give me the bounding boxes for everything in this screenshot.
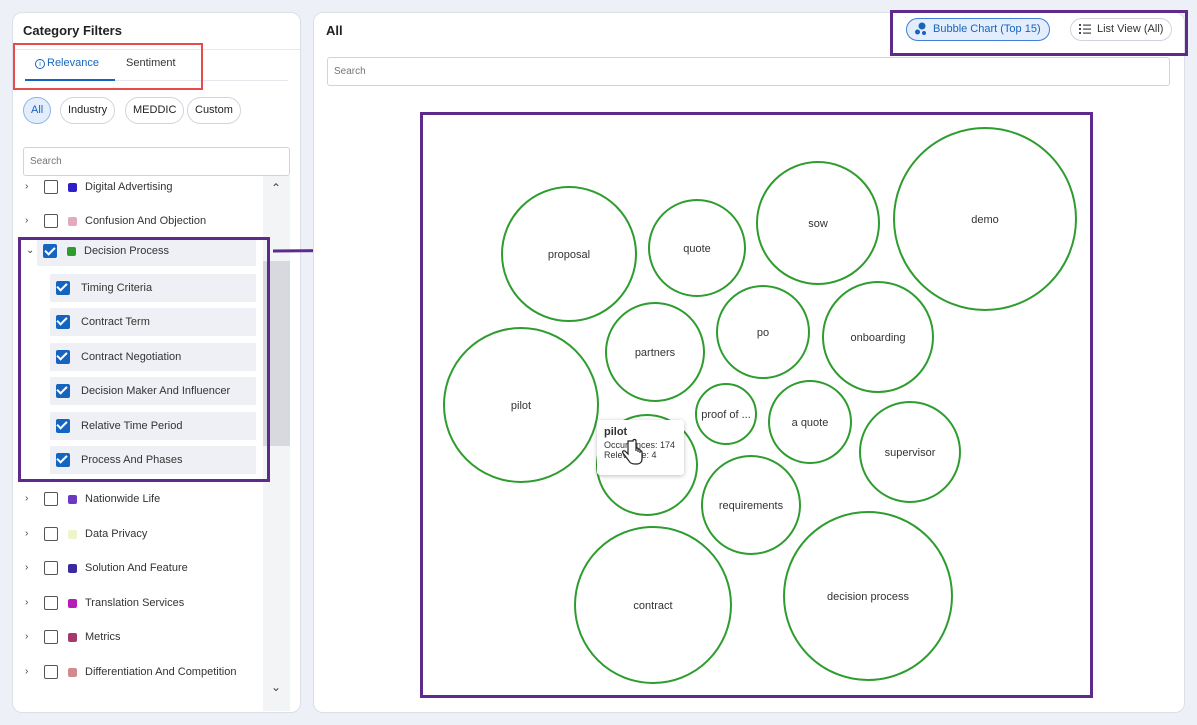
- filter-pill-industry[interactable]: Industry: [60, 97, 116, 124]
- color-swatch: [68, 217, 77, 226]
- bubble-label: po: [757, 327, 769, 339]
- category-label: Differentiation And Competition: [85, 666, 237, 678]
- category-row[interactable]: › Solution And Feature: [13, 557, 263, 583]
- filter-pill-custom[interactable]: Custom: [187, 97, 241, 124]
- tooltip-title: pilot: [604, 426, 628, 438]
- bubble-label: pilot: [511, 400, 531, 412]
- chevron-right-icon[interactable]: ›: [25, 631, 28, 642]
- checkbox[interactable]: [44, 596, 58, 610]
- bubble-label: proof of ...: [701, 409, 751, 421]
- panel-title: Category Filters: [23, 23, 122, 38]
- highlight-box-decision-process: [18, 237, 270, 482]
- category-label: Metrics: [85, 631, 121, 643]
- category-row[interactable]: › Data Privacy: [13, 523, 263, 549]
- category-label: Confusion And Objection: [85, 215, 207, 227]
- category-row[interactable]: › Differentiation And Competition: [13, 661, 263, 687]
- bubble-label: sow: [808, 218, 828, 230]
- checkbox[interactable]: [44, 665, 58, 679]
- chevron-up-icon[interactable]: ⌃: [269, 181, 283, 195]
- category-row[interactable]: › Digital Advertising: [13, 176, 263, 202]
- filter-pill-meddic[interactable]: MEDDIC: [125, 97, 185, 124]
- category-search-input[interactable]: [23, 147, 290, 176]
- checkbox[interactable]: [44, 561, 58, 575]
- category-label: Solution And Feature: [85, 562, 188, 574]
- color-swatch: [68, 668, 77, 677]
- highlight-box-view-buttons: [890, 10, 1188, 56]
- main-panel: All Bubble Chart (Top 15) List View (All…: [313, 10, 1188, 713]
- highlight-box-tabs: [13, 43, 203, 90]
- chevron-right-icon[interactable]: ›: [25, 597, 28, 608]
- bubble-label: requirements: [719, 500, 784, 512]
- color-swatch: [68, 599, 77, 608]
- color-swatch: [68, 633, 77, 642]
- checkbox[interactable]: [44, 214, 58, 228]
- category-row[interactable]: › Nationwide Life: [13, 488, 263, 514]
- checkbox[interactable]: [44, 527, 58, 541]
- category-filters-panel: Category Filters i Relevance Sentiment Al…: [12, 12, 301, 713]
- category-row[interactable]: › Translation Services: [13, 592, 263, 618]
- chevron-right-icon[interactable]: ›: [25, 493, 28, 504]
- bubble-label: quote: [683, 243, 711, 255]
- bubble-label: onboarding: [850, 332, 905, 344]
- category-label: Digital Advertising: [85, 181, 173, 193]
- checkbox[interactable]: [44, 630, 58, 644]
- chevron-right-icon[interactable]: ›: [25, 181, 28, 192]
- chevron-right-icon[interactable]: ›: [25, 562, 28, 573]
- bubble-label: decision process: [827, 591, 909, 603]
- category-label: Data Privacy: [85, 528, 148, 540]
- category-row[interactable]: › Confusion And Objection: [13, 210, 263, 236]
- chevron-down-icon[interactable]: ⌄: [269, 680, 283, 694]
- bubble-label: demo: [971, 214, 999, 226]
- main-title: All: [326, 23, 343, 38]
- color-swatch: [68, 530, 77, 539]
- bubble-label: contract: [633, 600, 672, 612]
- bubble-chart: demo proposal quote sow pilot partners po onboa…: [420, 112, 1093, 698]
- hand-cursor-icon: [622, 438, 643, 465]
- bubble-label: a quote: [792, 417, 829, 429]
- checkbox[interactable]: [44, 180, 58, 194]
- filter-pill-all[interactable]: All: [23, 97, 52, 124]
- category-label: Translation Services: [85, 597, 185, 609]
- chevron-right-icon[interactable]: ›: [25, 528, 28, 539]
- bubble-label: supervisor: [885, 447, 936, 459]
- checkbox[interactable]: [44, 492, 58, 506]
- chevron-right-icon[interactable]: ›: [25, 215, 28, 226]
- color-swatch: [68, 495, 77, 504]
- bubble-label: partners: [635, 347, 676, 359]
- bubble-label: proposal: [548, 249, 590, 261]
- color-swatch: [68, 564, 77, 573]
- color-swatch: [68, 183, 77, 192]
- category-row[interactable]: › Metrics: [13, 626, 263, 652]
- category-label: Nationwide Life: [85, 493, 161, 505]
- bubble-chart-svg: demo proposal quote sow pilot partners po onboa…: [443, 127, 1077, 684]
- chevron-right-icon[interactable]: ›: [25, 666, 28, 677]
- bubble-tooltip: pilot Occurrences: 174 Relevance: 4: [597, 420, 684, 475]
- keyword-search-input[interactable]: [327, 57, 1170, 86]
